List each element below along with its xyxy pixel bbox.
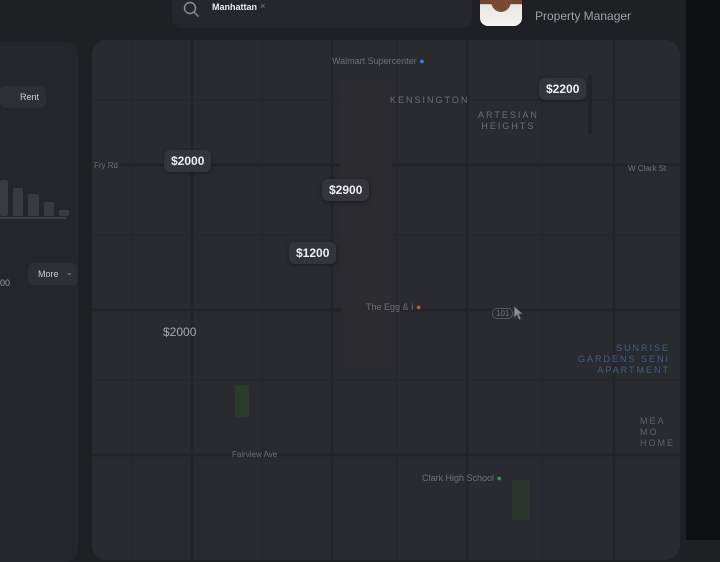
area-label-kensington: KENSINGTON — [390, 95, 470, 105]
area-label-meadows: MEA MO HOME — [640, 416, 675, 448]
price-marker[interactable]: $1200 — [289, 242, 337, 264]
chevron-down-icon: ⌄ — [66, 268, 73, 277]
chart-bar — [0, 180, 8, 216]
poi-egg-and-i[interactable]: The Egg & I ● — [366, 302, 421, 312]
window-edge — [686, 0, 720, 540]
price-marker[interactable]: $2200 — [539, 78, 587, 100]
chart-bar — [44, 202, 54, 216]
left-panel: Rent 00 — [0, 42, 78, 562]
street-label: Fry Rd — [94, 161, 118, 170]
search-bar[interactable]: Manhattan × — [172, 0, 472, 28]
street-label: W Clark St — [628, 164, 667, 173]
rent-filter-chip[interactable]: Rent — [0, 86, 46, 108]
mouse-cursor-icon — [513, 305, 525, 321]
chart-tick-label: 00 — [0, 278, 11, 288]
avatar[interactable] — [480, 0, 522, 26]
highway-shield: 101 — [492, 308, 514, 319]
chart-bar — [59, 210, 69, 216]
map-roads — [92, 40, 680, 560]
chip-remove-icon[interactable]: × — [260, 1, 265, 11]
user-role: Property Manager — [535, 9, 632, 23]
area-label-sunrise-gardens: SUNRISE GARDENS SENI APARTMENT — [578, 343, 671, 375]
price-marker[interactable]: $2000 — [156, 321, 203, 343]
search-icon — [183, 1, 199, 17]
street-label: Fairview Ave — [232, 450, 278, 459]
chart-bar — [28, 194, 39, 216]
location-pin-icon: ● — [416, 302, 422, 312]
chart-axis — [0, 217, 66, 219]
price-marker[interactable]: $2000 — [164, 150, 212, 172]
location-pin-icon: ● — [496, 473, 502, 483]
search-filter-chip[interactable]: Manhattan — [212, 2, 257, 12]
poi-clark-high-school[interactable]: Clark High School ● — [422, 473, 502, 483]
price-marker[interactable]: $2900 — [322, 179, 370, 201]
location-pin-icon: ● — [419, 56, 425, 66]
chart-bar — [13, 188, 23, 216]
more-button[interactable]: More ⌄ — [28, 263, 78, 285]
map-view[interactable]: Walmart Supercenter ● KENSINGTON ARTESIA… — [92, 40, 680, 560]
area-label-artesian: ARTESIAN HEIGHTS — [478, 110, 539, 131]
poi-walmart[interactable]: Walmart Supercenter ● — [332, 56, 425, 66]
